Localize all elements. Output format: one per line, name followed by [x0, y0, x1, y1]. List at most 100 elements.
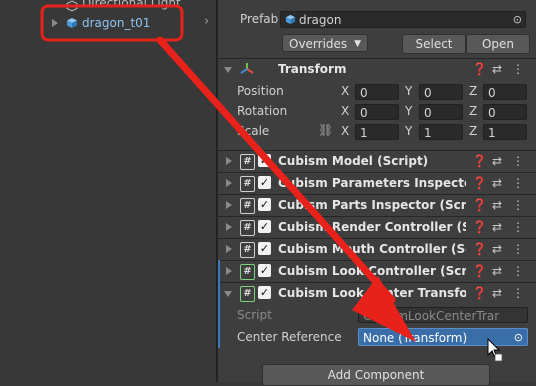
presets-icon[interactable]: ⇄	[492, 242, 502, 256]
script-icon: #	[240, 242, 255, 258]
position-z-field[interactable]: 0	[483, 84, 527, 100]
script-icon: #	[240, 154, 255, 170]
script-field: CubismLookCenterTrar	[358, 307, 528, 323]
enabled-checkbox[interactable]: ✓	[258, 242, 271, 255]
enabled-checkbox[interactable]: ✓	[258, 264, 271, 277]
component-title: Cubism Look Controller (Script)	[278, 264, 466, 278]
enabled-checkbox[interactable]: ✓	[258, 286, 271, 299]
script-icon: #	[240, 198, 255, 214]
presets-icon[interactable]: ⇄	[492, 198, 502, 212]
component-header-icons: ❓ ⇄ ⋮	[472, 198, 528, 214]
rotation-x-field[interactable]: 0	[355, 104, 399, 120]
axis-x-label: X	[341, 124, 350, 138]
help-icon[interactable]: ❓	[472, 264, 487, 278]
scale-z-field[interactable]: 1	[483, 124, 527, 140]
foldout-arrow-icon[interactable]	[224, 67, 232, 73]
help-icon[interactable]: ❓	[472, 242, 487, 256]
constrain-proportions-icon[interactable]: ⛓	[318, 123, 333, 137]
rotation-y-field[interactable]: 0	[419, 104, 463, 120]
presets-icon[interactable]: ⇄	[492, 286, 502, 300]
prefab-label: Prefab	[240, 12, 279, 26]
scale-y-field[interactable]: 1	[419, 124, 463, 140]
prefab-value: dragon	[299, 13, 342, 27]
axis-z-label: Z	[469, 104, 478, 118]
presets-icon[interactable]: ⇄	[492, 176, 502, 190]
object-picker-icon[interactable]: ⊙	[513, 12, 522, 28]
component-title: Cubism Look Center Transform (	[278, 286, 466, 300]
transform-header[interactable]: Transform ❓ ⇄ ⋮	[218, 58, 536, 80]
overrides-dropdown[interactable]: Overrides ▼	[282, 34, 368, 52]
foldout-arrow-icon[interactable]	[226, 157, 232, 165]
more-options-icon[interactable]: ⋮	[512, 176, 524, 190]
component-header-icons: ❓ ⇄ ⋮	[472, 220, 528, 236]
help-icon[interactable]: ❓	[472, 198, 487, 212]
chevron-right-icon[interactable]: ›	[204, 14, 209, 29]
axis-x-label: X	[341, 104, 350, 118]
position-x-field[interactable]: 0	[355, 84, 399, 100]
hierarchy-item-dragon[interactable]: dragon_t01 ›	[0, 14, 216, 32]
presets-icon[interactable]: ⇄	[492, 264, 502, 278]
help-icon[interactable]: ❓	[472, 176, 487, 190]
more-options-icon[interactable]: ⋮	[512, 286, 524, 300]
help-icon[interactable]: ❓	[472, 286, 487, 300]
component-header-cubism-model[interactable]: # ✓ Cubism Model (Script) ❓ ⇄ ⋮	[218, 150, 536, 172]
added-script-icon: #	[240, 264, 255, 280]
position-y-field[interactable]: 0	[419, 84, 463, 100]
more-options-icon[interactable]: ⋮	[512, 220, 524, 234]
hierarchy-item-label: dragon_t01	[82, 16, 151, 30]
component-header-icons: ❓ ⇄ ⋮	[472, 242, 528, 258]
transform-title: Transform	[278, 62, 347, 76]
component-header-icons: ❓ ⇄ ⋮	[472, 176, 528, 192]
scale-label: Scale	[237, 124, 270, 138]
foldout-arrow-icon[interactable]	[226, 179, 232, 187]
presets-icon[interactable]: ⇄	[492, 62, 502, 76]
gameobject-icon	[66, 0, 78, 12]
more-options-icon[interactable]: ⋮	[512, 242, 524, 256]
presets-icon[interactable]: ⇄	[492, 154, 502, 168]
expand-arrow-icon[interactable]	[52, 19, 58, 27]
presets-icon[interactable]: ⇄	[492, 220, 502, 234]
mouse-cursor-icon	[487, 338, 503, 362]
component-header-cubism-mouth-controller[interactable]: # ✓ Cubism Mouth Controller (Script) ❓ ⇄…	[218, 238, 536, 260]
component-header-cubism-render-controller[interactable]: # ✓ Cubism Render Controller (Script ❓ ⇄…	[218, 216, 536, 238]
foldout-arrow-icon[interactable]	[226, 245, 232, 253]
axis-z-label: Z	[469, 124, 478, 138]
help-icon[interactable]: ❓	[472, 154, 487, 168]
axis-x-label: X	[341, 84, 350, 98]
axis-y-label: Y	[405, 124, 413, 138]
select-button[interactable]: Select	[402, 34, 466, 54]
scale-x-field[interactable]: 1	[355, 124, 399, 140]
more-options-icon[interactable]: ⋮	[512, 62, 524, 76]
enabled-checkbox[interactable]: ✓	[258, 176, 271, 189]
foldout-arrow-icon[interactable]	[224, 291, 232, 297]
open-button[interactable]: Open	[466, 34, 530, 54]
object-picker-icon[interactable]: ⊙	[514, 329, 523, 347]
axis-z-label: Z	[469, 84, 478, 98]
component-header-cubism-look-controller[interactable]: # ✓ Cubism Look Controller (Script) ❓ ⇄ …	[218, 260, 536, 282]
enabled-checkbox[interactable]: ✓	[258, 154, 271, 167]
added-component-indicator	[218, 260, 220, 282]
help-icon[interactable]: ❓	[472, 220, 487, 234]
component-header-cubism-parts-inspector[interactable]: # ✓ Cubism Parts Inspector (Script) ❓ ⇄ …	[218, 194, 536, 216]
rotation-label: Rotation	[237, 104, 288, 118]
more-options-icon[interactable]: ⋮	[512, 154, 524, 168]
rotation-z-field[interactable]: 0	[483, 104, 527, 120]
more-options-icon[interactable]: ⋮	[512, 198, 524, 212]
foldout-arrow-icon[interactable]	[226, 267, 232, 275]
component-title: Cubism Parts Inspector (Script)	[278, 198, 466, 212]
help-icon[interactable]: ❓	[472, 62, 487, 76]
add-component-button[interactable]: Add Component	[262, 364, 490, 386]
component-header-cubism-parameters-inspector[interactable]: # ✓ Cubism Parameters Inspector (Sc ❓ ⇄ …	[218, 172, 536, 194]
foldout-arrow-icon[interactable]	[226, 223, 232, 231]
enabled-checkbox[interactable]: ✓	[258, 220, 271, 233]
more-options-icon[interactable]: ⋮	[512, 264, 524, 278]
component-header-icons: ❓ ⇄ ⋮	[472, 286, 528, 302]
enabled-checkbox[interactable]: ✓	[258, 198, 271, 211]
component-title: Cubism Model (Script)	[278, 154, 429, 168]
component-title: Cubism Parameters Inspector (Sc	[278, 176, 466, 190]
component-header-cubism-look-center-transform[interactable]: # ✓ Cubism Look Center Transform ( ❓ ⇄ ⋮	[218, 282, 536, 304]
added-script-icon: #	[240, 286, 255, 302]
prefab-field[interactable]: dragon ⊙	[280, 11, 526, 28]
center-reference-value: None (Transform)	[363, 331, 468, 345]
foldout-arrow-icon[interactable]	[226, 201, 232, 209]
